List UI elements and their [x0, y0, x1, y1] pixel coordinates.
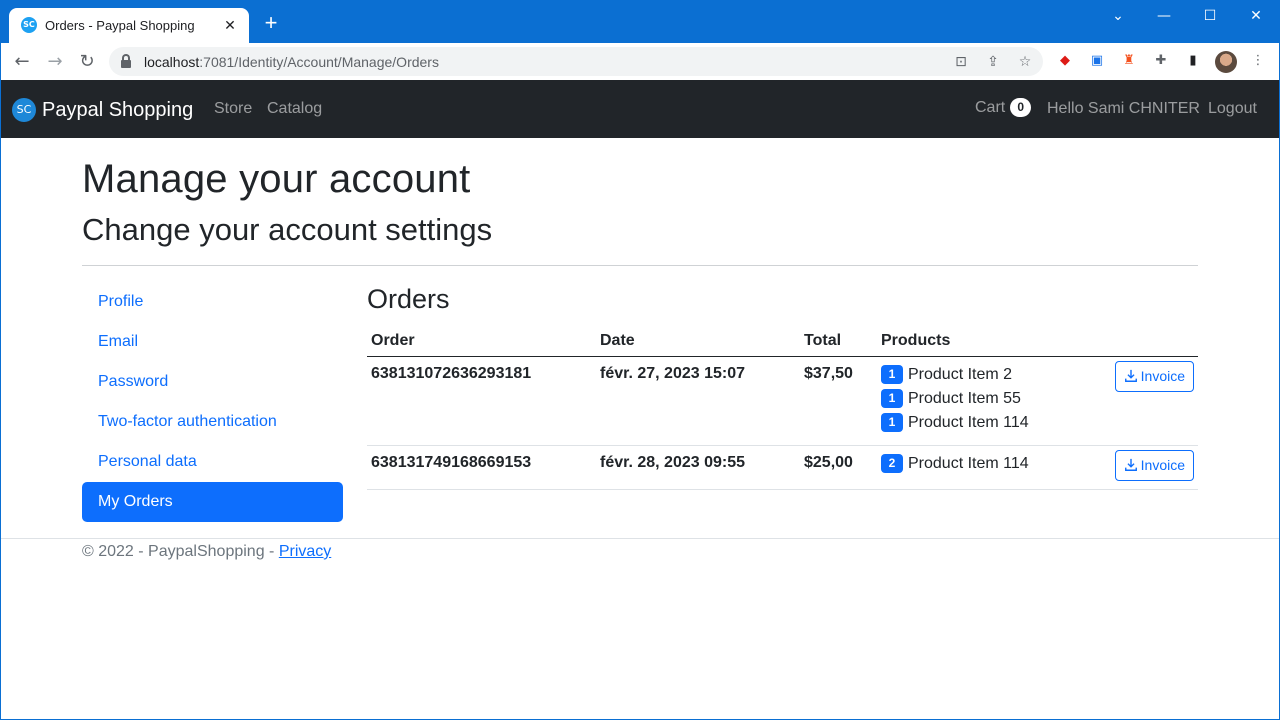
quantity-badge: 1: [881, 388, 903, 408]
order-actions: Invoice: [1110, 445, 1198, 490]
tab-title: Orders - Paypal Shopping: [45, 18, 195, 33]
product-line: 1 Product Item 2: [881, 364, 1106, 389]
divider: [82, 265, 1198, 266]
tab-search-icon[interactable]: ⌄: [1103, 6, 1133, 26]
browser-tab[interactable]: SC Orders - Paypal Shopping ✕: [9, 8, 249, 43]
orders-heading: Orders: [367, 284, 450, 314]
order-total: $37,50: [800, 356, 877, 446]
order-date: févr. 28, 2023 09:55: [596, 445, 800, 490]
table-row: 638131749168669153 févr. 28, 2023 09:55 …: [367, 445, 1198, 490]
order-date: févr. 27, 2023 15:07: [596, 356, 800, 446]
close-tab-icon[interactable]: ✕: [221, 16, 239, 34]
profile-avatar[interactable]: [1215, 51, 1237, 73]
new-tab-icon[interactable]: +: [261, 12, 281, 34]
sidebar-item-my-orders[interactable]: My Orders: [82, 482, 343, 522]
angular-extension-icon[interactable]: ◆: [1056, 52, 1074, 70]
product-name: Product Item 114: [908, 454, 1029, 472]
logout-button[interactable]: Logout: [1208, 100, 1257, 118]
sidebar-item-two-factor[interactable]: Two-factor authentication: [82, 402, 343, 442]
nav-link-store[interactable]: Store: [214, 100, 252, 118]
product-name: Product Item 55: [908, 389, 1021, 407]
puzzle-icon[interactable]: ✚: [1152, 52, 1170, 70]
sidebar-item-personal-data[interactable]: Personal data: [82, 442, 343, 482]
sidebar-item-profile[interactable]: Profile: [82, 282, 343, 322]
site-navbar: SC Paypal Shopping Store Catalog Cart 0 H…: [1, 80, 1279, 138]
favicon-icon: SC: [21, 17, 37, 33]
account-sidebar: Profile Email Password Two-factor authen…: [82, 282, 343, 522]
extension-icon[interactable]: ▣: [1088, 52, 1106, 70]
web-page: SC Paypal Shopping Store Catalog Cart 0 H…: [1, 80, 1279, 719]
product-line: 1 Product Item 55: [881, 388, 1106, 413]
quantity-badge: 1: [881, 412, 903, 432]
footer-divider: [1, 538, 1279, 539]
side-panel-icon[interactable]: ▮: [1184, 52, 1202, 70]
browser-tab-bar: SC Orders - Paypal Shopping ✕ + ⌄ — ☐ ✕: [0, 0, 1280, 43]
brand-name: Paypal Shopping: [42, 98, 194, 121]
order-id: 638131749168669153: [367, 445, 596, 490]
invoice-button[interactable]: Invoice: [1114, 449, 1194, 481]
cart-count-badge: 0: [1010, 98, 1032, 117]
invoice-label: Invoice: [1140, 456, 1185, 473]
nav-link-manage-account[interactable]: Hello Sami CHNITER: [1047, 100, 1200, 118]
page-title: Manage your account: [82, 157, 471, 201]
nav-link-cart[interactable]: Cart 0: [975, 98, 1032, 117]
table-header-row: Order Date Total Products: [367, 326, 1198, 357]
share-icon[interactable]: ⇪: [984, 53, 1002, 71]
back-icon[interactable]: ←: [11, 51, 33, 73]
order-total: $25,00: [800, 445, 877, 490]
product-line: 2 Product Item 114: [881, 453, 1106, 478]
sidebar-item-email[interactable]: Email: [82, 322, 343, 362]
column-header-actions: [1110, 326, 1198, 357]
menu-kebab-icon[interactable]: ⋮: [1249, 52, 1267, 70]
reload-icon[interactable]: ↻: [76, 51, 98, 73]
address-bar[interactable]: localhost:7081/Identity/Account/Manage/O…: [109, 47, 1043, 76]
lock-icon[interactable]: [121, 54, 131, 68]
maximize-icon[interactable]: ☐: [1195, 6, 1225, 26]
quantity-badge: 2: [881, 453, 903, 473]
browser-toolbar: ← → ↻ localhost:7081/Identity/Account/Ma…: [1, 43, 1279, 80]
invoice-button[interactable]: Invoice: [1114, 360, 1194, 392]
page-subtitle: Change your account settings: [82, 212, 493, 247]
brand-logo-icon: SC: [12, 98, 36, 122]
extension-icon-2[interactable]: ♜: [1120, 52, 1138, 70]
product-line: 1 Product Item 114: [881, 412, 1106, 437]
url-text[interactable]: localhost:7081/Identity/Account/Manage/O…: [144, 54, 439, 70]
product-name: Product Item 114: [908, 413, 1029, 431]
invoice-label: Invoice: [1140, 367, 1185, 384]
close-window-icon[interactable]: ✕: [1241, 6, 1271, 26]
cart-label: Cart: [975, 99, 1006, 116]
bookmark-star-icon[interactable]: ☆: [1016, 53, 1034, 71]
forward-icon[interactable]: →: [44, 51, 66, 73]
orders-table: Order Date Total Products 63813107263629…: [367, 326, 1198, 490]
nav-link-catalog[interactable]: Catalog: [267, 100, 322, 118]
url-host: localhost: [144, 54, 200, 70]
download-icon: [1124, 458, 1137, 471]
column-header-order: Order: [367, 326, 596, 357]
translate-icon[interactable]: ⊡: [952, 53, 970, 71]
column-header-products: Products: [877, 326, 1110, 357]
minimize-icon[interactable]: —: [1149, 6, 1179, 26]
quantity-badge: 1: [881, 364, 903, 384]
order-id: 638131072636293181: [367, 356, 596, 446]
brand-link[interactable]: SC Paypal Shopping: [12, 98, 193, 122]
sidebar-item-password[interactable]: Password: [82, 362, 343, 402]
footer-copyright: © 2022 - PaypalShopping -: [82, 543, 279, 560]
download-icon: [1124, 369, 1137, 382]
order-actions: Invoice: [1110, 356, 1198, 446]
order-products: 1 Product Item 2 1 Product Item 55 1 Produc…: [877, 356, 1110, 446]
column-header-total: Total: [800, 326, 877, 357]
table-row: 638131072636293181 févr. 27, 2023 15:07 …: [367, 356, 1198, 446]
order-products: 2 Product Item 114: [877, 445, 1110, 490]
product-name: Product Item 2: [908, 365, 1013, 383]
footer: © 2022 - PaypalShopping - Privacy: [82, 543, 331, 561]
column-header-date: Date: [596, 326, 800, 357]
url-path: :7081/Identity/Account/Manage/Orders: [199, 54, 439, 70]
privacy-link[interactable]: Privacy: [279, 543, 331, 560]
